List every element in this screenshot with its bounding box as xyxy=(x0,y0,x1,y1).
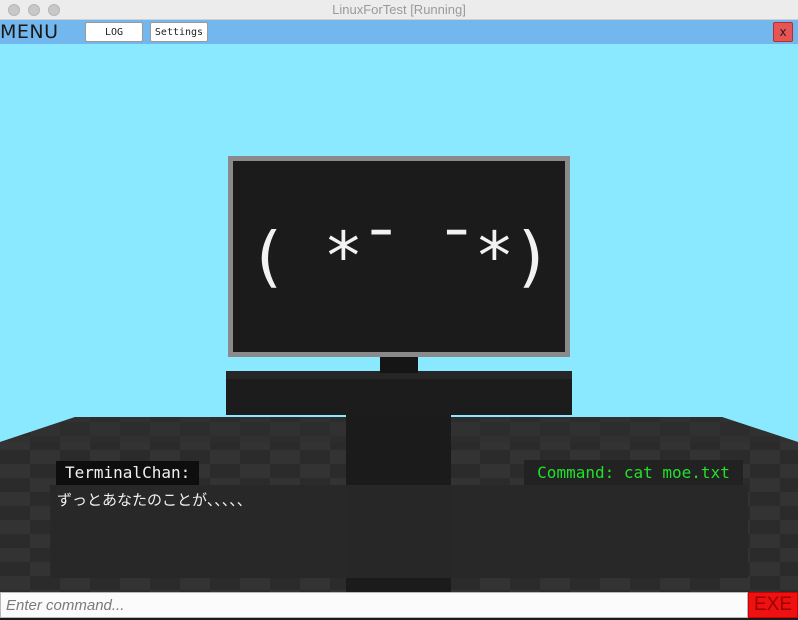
kaomoji-face: ( *¯ ¯*) xyxy=(248,218,552,295)
exe-button[interactable]: EXE xyxy=(748,592,798,618)
log-button[interactable]: LOG xyxy=(85,22,143,42)
scene-viewport: ( *¯ ¯*) ずっとあなたのことが、、、、、 TerminalChan: C… xyxy=(0,44,798,592)
window-titlebar: LinuxForTest [Running] xyxy=(0,0,798,20)
dialogue-box: ずっとあなたのことが、、、、、 xyxy=(50,485,748,578)
command-display: Command: cat moe.txt xyxy=(524,460,743,485)
robot-neck xyxy=(380,355,418,373)
robot-monitor-head: ( *¯ ¯*) xyxy=(228,156,570,357)
speaker-name: TerminalChan: xyxy=(56,461,200,485)
close-button[interactable]: x xyxy=(773,22,793,42)
dialogue-text: ずっとあなたのことが、、、、、 xyxy=(57,491,252,509)
app-menubar: MENU LOG Settings x xyxy=(0,20,798,44)
monitor-screen: ( *¯ ¯*) xyxy=(233,161,565,352)
settings-button[interactable]: Settings xyxy=(150,22,208,42)
menu-button[interactable]: MENU xyxy=(0,21,59,43)
command-input[interactable] xyxy=(0,592,748,618)
window-title: LinuxForTest [Running] xyxy=(332,2,466,17)
